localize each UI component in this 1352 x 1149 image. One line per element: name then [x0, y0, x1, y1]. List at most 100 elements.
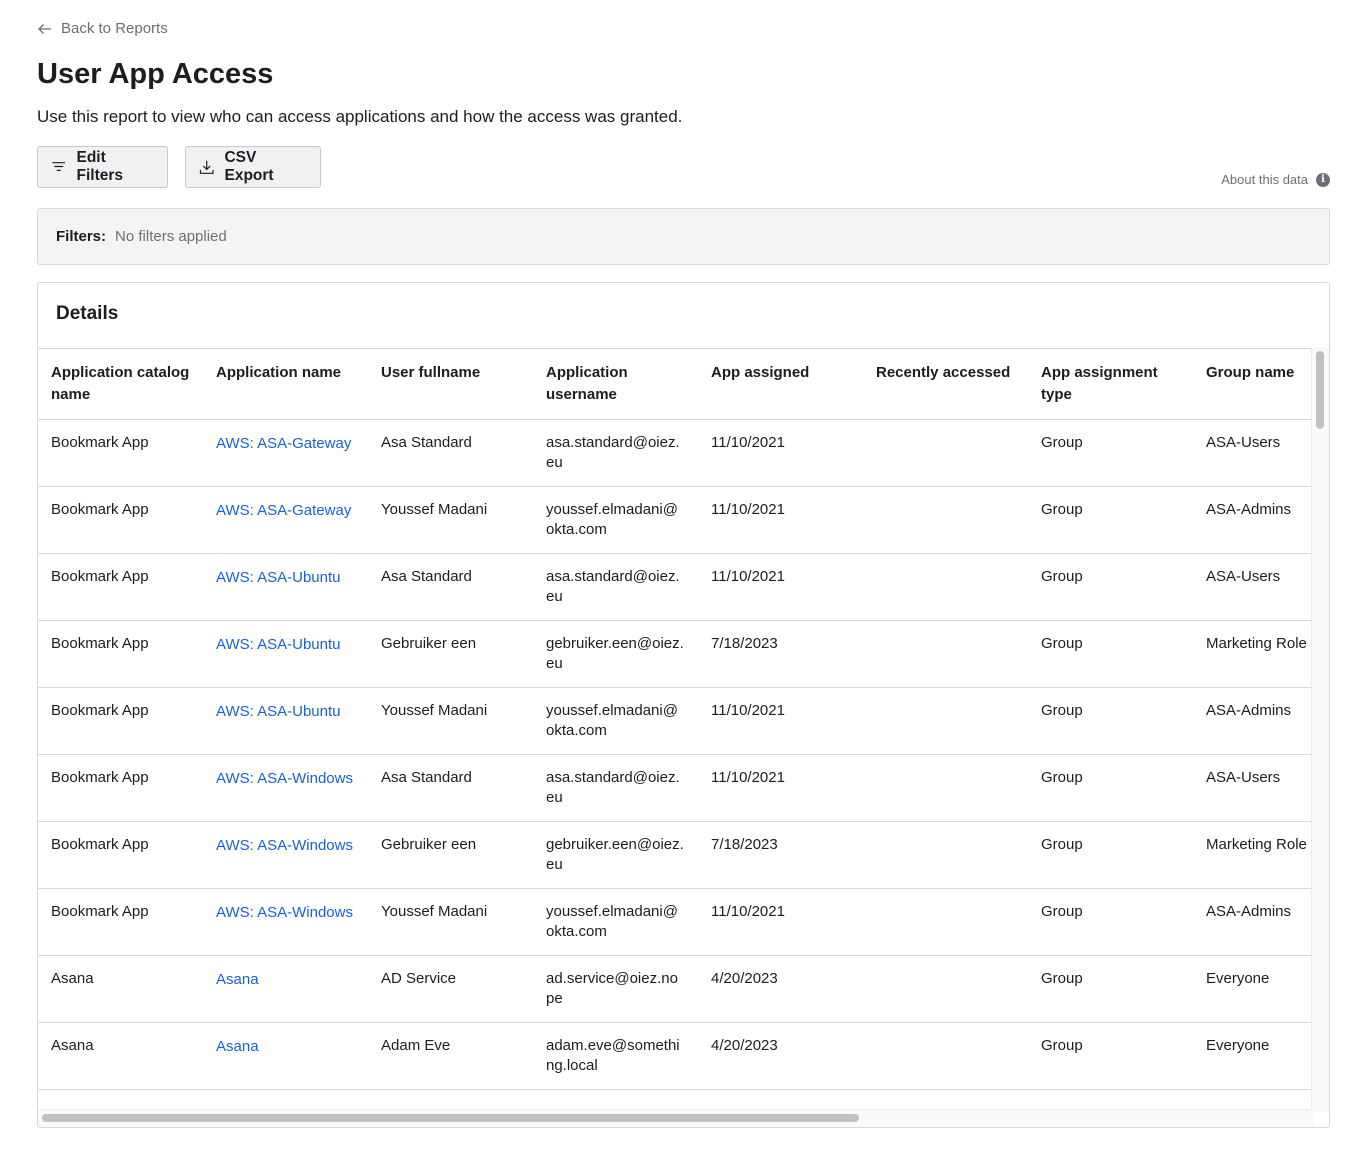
column-header[interactable]: App assignment type: [1028, 349, 1193, 420]
group-name-cell: ASA-Users: [1193, 754, 1314, 822]
user-fullname-cell: Adam Eve: [368, 1022, 533, 1090]
csv-export-button[interactable]: CSV Export: [185, 146, 321, 188]
column-header[interactable]: Application name: [203, 349, 368, 420]
app-assigned-cell: 4/20/2023: [698, 1022, 863, 1090]
recently-accessed-cell: [863, 486, 1028, 554]
user-fullname-cell: Asa Standard: [368, 553, 533, 621]
user-fullname-cell: Asa Standard: [368, 419, 533, 487]
recently-accessed-cell: [863, 754, 1028, 822]
table-row: Bookmark App AWS: ASA-Windows Gebruiker ee…: [38, 821, 1314, 889]
csv-export-label: CSV Export: [224, 149, 274, 184]
download-icon: [199, 160, 214, 174]
app-assigned-cell: 11/10/2021: [698, 486, 863, 554]
table-row: Asana Asana AD Service ad.service@oiez.nope…: [38, 955, 1314, 1023]
table-row: Bookmark App AWS: ASA-Windows Asa Standard…: [38, 754, 1314, 822]
group-name-cell: ASA-Admins: [1193, 687, 1314, 755]
column-header[interactable]: User fullname: [368, 349, 533, 420]
application-username-cell: asa.standard@oiez.eu: [533, 419, 698, 487]
vertical-scrollbar[interactable]: [1311, 348, 1329, 1112]
table-row: Bookmark App AWS: ASA-Ubuntu Asa Standard a…: [38, 553, 1314, 621]
catalog-name-cell: Asana: [38, 955, 203, 1023]
table-row: Bookmark App AWS: ASA-Ubuntu Gebruiker een…: [38, 620, 1314, 688]
details-panel: Details Application catalog name Applica…: [37, 282, 1330, 1128]
column-header[interactable]: Group name: [1193, 349, 1314, 420]
recently-accessed-cell: [863, 955, 1028, 1023]
app-assigned-cell: 11/10/2021: [698, 687, 863, 755]
horizontal-scrollbar-thumb[interactable]: [42, 1114, 859, 1122]
catalog-name-cell: Bookmark App: [38, 486, 203, 554]
catalog-name-cell: Bookmark App: [38, 553, 203, 621]
application-name-link[interactable]: AWS: ASA-Ubuntu: [203, 620, 368, 688]
table-header-row: Application catalog name Application nam…: [38, 349, 1314, 420]
catalog-name-cell: Bookmark App: [38, 754, 203, 822]
application-name-link[interactable]: AWS: ASA-Ubuntu: [203, 687, 368, 755]
filter-icon: [52, 162, 66, 171]
group-name-cell: Marketing Role: [1193, 620, 1314, 688]
table-row: Bookmark App AWS: ASA-Windows Youssef Mada…: [38, 888, 1314, 956]
column-header[interactable]: App assigned: [698, 349, 863, 420]
application-name-link[interactable]: AWS: ASA-Ubuntu: [203, 553, 368, 621]
recently-accessed-cell: [863, 553, 1028, 621]
table-row: Bookmark App AWS: ASA-Gateway Youssef Mada…: [38, 486, 1314, 554]
application-username-cell: gebruiker.een@oiez.eu: [533, 821, 698, 889]
recently-accessed-cell: [863, 821, 1028, 889]
application-name-link[interactable]: Asana: [203, 1022, 368, 1090]
user-fullname-cell: Youssef Madani: [368, 888, 533, 956]
application-name-link[interactable]: AWS: ASA-Windows: [203, 821, 368, 889]
app-assigned-cell: 4/20/2023: [698, 955, 863, 1023]
back-to-reports-link[interactable]: Back to Reports: [37, 20, 168, 37]
application-name-link[interactable]: AWS: ASA-Windows: [203, 754, 368, 822]
catalog-name-cell: Bookmark App: [38, 687, 203, 755]
table-row: Bookmark App AWS: ASA-Ubuntu Youssef Madan…: [38, 687, 1314, 755]
application-username-cell: youssef.elmadani@okta.com: [533, 687, 698, 755]
application-name-link[interactable]: AWS: ASA-Gateway: [203, 486, 368, 554]
app-assigned-cell: 11/10/2021: [698, 888, 863, 956]
group-name-cell: ASA-Admins: [1193, 486, 1314, 554]
assignment-type-cell: Group: [1028, 620, 1193, 688]
assignment-type-cell: Group: [1028, 553, 1193, 621]
app-assigned-cell: 7/18/2023: [698, 620, 863, 688]
column-header[interactable]: Recently accessed: [863, 349, 1028, 420]
arrow-left-icon: [38, 23, 51, 34]
details-title: Details: [56, 303, 119, 324]
user-fullname-cell: Gebruiker een: [368, 620, 533, 688]
assignment-type-cell: Group: [1028, 486, 1193, 554]
application-name-link[interactable]: AWS: ASA-Windows: [203, 888, 368, 956]
group-name-cell: ASA-Users: [1193, 419, 1314, 487]
about-label: About this data: [1221, 172, 1308, 187]
page-title: User App Access: [37, 58, 274, 90]
group-name-cell: Marketing Role: [1193, 821, 1314, 889]
assignment-type-cell: Group: [1028, 888, 1193, 956]
user-fullname-cell: AD Service: [368, 955, 533, 1023]
details-table: Application catalog name Application nam…: [38, 349, 1314, 1090]
application-name-link[interactable]: Asana: [203, 955, 368, 1023]
group-name-cell: Everyone: [1193, 1022, 1314, 1090]
column-header[interactable]: Application username: [533, 349, 698, 420]
edit-filters-button[interactable]: Edit Filters: [37, 146, 168, 188]
details-table-container: Application catalog name Application nam…: [38, 348, 1314, 1113]
app-assigned-cell: 11/10/2021: [698, 419, 863, 487]
recently-accessed-cell: [863, 620, 1028, 688]
column-header[interactable]: Application catalog name: [38, 349, 203, 420]
about-this-data-link[interactable]: About this data i: [1221, 172, 1330, 187]
horizontal-scrollbar[interactable]: [38, 1109, 1314, 1127]
application-name-link[interactable]: AWS: ASA-Gateway: [203, 419, 368, 487]
application-username-cell: gebruiker.een@oiez.eu: [533, 620, 698, 688]
assignment-type-cell: Group: [1028, 419, 1193, 487]
recently-accessed-cell: [863, 888, 1028, 956]
assignment-type-cell: Group: [1028, 1022, 1193, 1090]
app-assigned-cell: 7/18/2023: [698, 821, 863, 889]
application-username-cell: ad.service@oiez.nope: [533, 955, 698, 1023]
vertical-scrollbar-thumb[interactable]: [1316, 351, 1324, 429]
filters-value: No filters applied: [115, 228, 227, 245]
group-name-cell: ASA-Admins: [1193, 888, 1314, 956]
application-username-cell: youssef.elmadani@okta.com: [533, 888, 698, 956]
catalog-name-cell: Asana: [38, 1022, 203, 1090]
catalog-name-cell: Bookmark App: [38, 888, 203, 956]
app-assigned-cell: 11/10/2021: [698, 553, 863, 621]
group-name-cell: Everyone: [1193, 955, 1314, 1023]
info-icon: i: [1316, 172, 1330, 187]
filters-bar: Filters: No filters applied: [37, 208, 1330, 265]
recently-accessed-cell: [863, 1022, 1028, 1090]
catalog-name-cell: Bookmark App: [38, 821, 203, 889]
